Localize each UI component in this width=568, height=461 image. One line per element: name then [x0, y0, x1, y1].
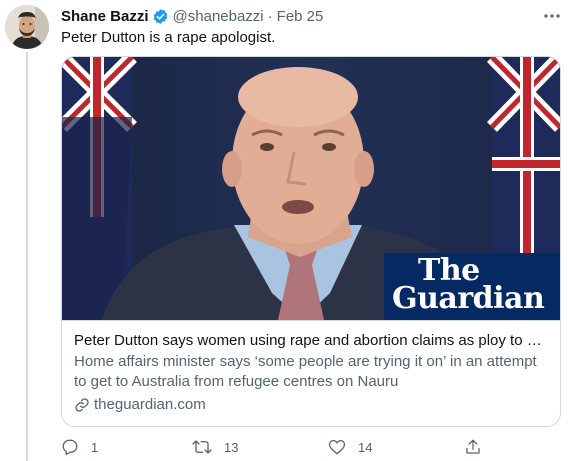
link-card[interactable]: The Guardian Peter Dutton says women usi…	[61, 56, 561, 427]
like-count: 14	[358, 439, 373, 455]
tweet-header: Shane Bazzi @shanebazzi · Feb 25	[61, 6, 323, 26]
display-name[interactable]: Shane Bazzi	[61, 8, 149, 25]
tweet-date[interactable]: Feb 25	[277, 8, 324, 25]
verified-badge-icon	[152, 8, 169, 25]
reply-count: 1	[91, 439, 99, 455]
separator-dot: ·	[267, 7, 273, 25]
tweet[interactable]: Shane Bazzi @shanebazzi · Feb 25 Peter D…	[0, 0, 568, 461]
heart-icon	[328, 439, 346, 455]
guardian-logo: The Guardian	[384, 253, 560, 320]
more-dots-icon[interactable]	[542, 6, 562, 26]
avatar[interactable]	[5, 5, 49, 49]
share-icon	[466, 439, 480, 454]
card-domain-text: theguardian.com	[94, 396, 206, 413]
retweet-icon	[192, 440, 212, 454]
retweet-button[interactable]: 13	[192, 437, 238, 457]
reply-icon	[62, 439, 78, 456]
tweet-text: Peter Dutton is a rape apologist.	[61, 29, 276, 46]
logo-line-guardian: Guardian	[392, 281, 545, 316]
thread-line	[26, 52, 28, 461]
retweet-count: 13	[224, 439, 239, 455]
like-button[interactable]: 14	[328, 437, 372, 457]
card-domain[interactable]: theguardian.com	[74, 395, 548, 415]
reply-button[interactable]: 1	[61, 437, 98, 457]
share-button[interactable]	[464, 437, 482, 457]
card-info[interactable]: Peter Dutton says women using rape and a…	[62, 320, 560, 426]
user-handle[interactable]: @shanebazzi	[173, 8, 264, 25]
tweet-actions: 1 13 14	[61, 437, 501, 457]
link-icon	[75, 398, 89, 412]
card-title[interactable]: Peter Dutton says women using rape and a…	[74, 331, 546, 351]
card-description: Home affairs minister says ‘some people …	[74, 353, 537, 390]
card-image[interactable]: The Guardian	[62, 57, 560, 320]
avatar-image	[5, 5, 49, 49]
